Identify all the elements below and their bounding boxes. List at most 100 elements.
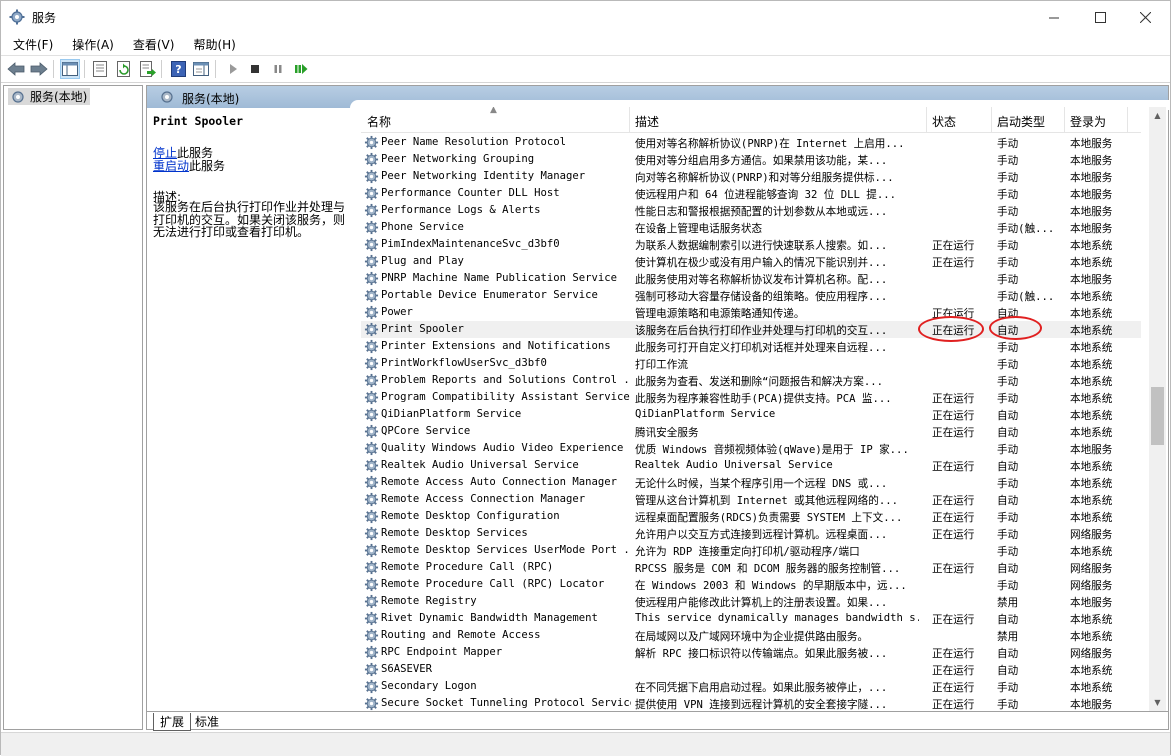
table-row[interactable]: Remote Desktop Services 允许用户以交互方式连接到远程计算机… xyxy=(361,525,1141,542)
scroll-thumb[interactable] xyxy=(1151,387,1164,445)
column-name[interactable]: 名称 xyxy=(367,113,391,130)
service-gear-icon xyxy=(364,390,379,405)
table-row[interactable]: QPCore Service 腾讯安全服务 正在运行 自动 本地系统 xyxy=(361,423,1141,440)
menu-view[interactable]: 查看(V) xyxy=(126,33,182,54)
menu-file[interactable]: 文件(F) xyxy=(6,33,60,54)
table-row[interactable]: Program Compatibility Assistant Service 此… xyxy=(361,389,1141,406)
vertical-scrollbar[interactable]: ▲ ▼ xyxy=(1149,107,1166,711)
service-log-on-as: 本地系统 xyxy=(1070,342,1113,354)
table-row[interactable]: Secure Socket Tunneling Protocol Service… xyxy=(361,695,1141,711)
service-startup-type: 自动 xyxy=(997,648,1019,660)
table-row[interactable]: Remote Access Connection Manager 管理从这台计算机… xyxy=(361,491,1141,508)
start-service-button[interactable] xyxy=(223,59,243,79)
tree-node-services-local[interactable]: 服务(本地) xyxy=(8,88,91,105)
service-name: Secure Socket Tunneling Protocol Service xyxy=(381,697,631,709)
table-row[interactable]: Quality Windows Audio Video Experience 优质… xyxy=(361,440,1141,457)
service-name: RPC Endpoint Mapper xyxy=(381,646,503,658)
menu-help[interactable]: 帮助(H) xyxy=(186,33,242,54)
services-gear-icon xyxy=(9,9,25,25)
table-row[interactable]: Remote Procedure Call (RPC) RPCSS 服务是 COM… xyxy=(361,559,1141,576)
service-gear-icon xyxy=(364,322,379,337)
service-title: Print Spooler xyxy=(153,114,244,128)
scroll-up-icon[interactable]: ▲ xyxy=(1149,107,1166,124)
back-button[interactable] xyxy=(6,59,26,79)
table-row[interactable]: S6ASEVER 正在运行 自动 本地系统 xyxy=(361,661,1141,678)
service-name: Remote Desktop Configuration xyxy=(381,510,560,522)
table-row[interactable]: Performance Counter DLL Host 使远程用户和 64 位进… xyxy=(361,185,1141,202)
table-row[interactable]: RPC Endpoint Mapper 解析 RPC 接口标识符以传输端点。如果此… xyxy=(361,644,1141,661)
service-description: 使用对等名称解析协议(PNRP)在 Internet 上启用... xyxy=(635,138,905,150)
table-row[interactable]: Performance Logs & Alerts 性能日志和警报根据预配置的计划… xyxy=(361,202,1141,219)
service-details-panel: Print Spooler 停止此服务 重启动此服务 描述: 该服务在后台执行打… xyxy=(151,112,351,707)
service-log-on-as: 网络服务 xyxy=(1070,529,1113,541)
column-log-on-as[interactable]: 登录为 xyxy=(1070,113,1106,130)
stop-service-button[interactable] xyxy=(245,59,265,79)
table-row[interactable]: Phone Service 在设备上管理电话服务状态 手动(触... 本地服务 xyxy=(361,219,1141,236)
forward-button[interactable] xyxy=(29,59,49,79)
restart-service-button[interactable] xyxy=(291,59,311,79)
service-name: Performance Counter DLL Host xyxy=(381,187,560,199)
service-description: 管理从这台计算机到 Internet 或其他远程网络的... xyxy=(635,495,899,507)
show-hide-console-tree-button[interactable] xyxy=(60,59,80,79)
close-button[interactable] xyxy=(1122,1,1168,33)
table-row[interactable]: Problem Reports and Solutions Control ..… xyxy=(361,372,1141,389)
service-startup-type: 手动 xyxy=(997,189,1019,201)
service-description: 打印工作流 xyxy=(635,359,688,371)
maximize-button[interactable] xyxy=(1077,1,1123,33)
refresh-button[interactable] xyxy=(114,59,134,79)
menu-action[interactable]: 操作(A) xyxy=(65,33,121,54)
help-button[interactable]: ? xyxy=(168,59,188,79)
table-row[interactable]: Secondary Logon 在不同凭据下启用启动过程。如果此服务被停止，...… xyxy=(361,678,1141,695)
service-description: 解析 RPC 接口标识符以传输端点。如果此服务被... xyxy=(635,648,888,660)
service-gear-icon xyxy=(364,526,379,541)
service-log-on-as: 本地系统 xyxy=(1070,682,1113,694)
properties-button[interactable] xyxy=(90,59,110,79)
table-row[interactable]: Remote Procedure Call (RPC) Locator 在 Win… xyxy=(361,576,1141,593)
service-description: 强制可移动大容量存储设备的组策略。使应用程序... xyxy=(635,291,888,303)
table-row[interactable]: Plug and Play 使计算机在极少或没有用户输入的情况下能识别并... 正在… xyxy=(361,253,1141,270)
table-row[interactable]: Remote Access Auto Connection Manager 无论什… xyxy=(361,474,1141,491)
export-list-button[interactable] xyxy=(138,59,158,79)
table-row[interactable]: Remote Desktop Services UserMode Port ..… xyxy=(361,542,1141,559)
service-gear-icon xyxy=(364,679,379,694)
table-row[interactable]: Rivet Dynamic Bandwidth Management This s… xyxy=(361,610,1141,627)
table-row[interactable]: PimIndexMaintenanceSvc_d3bf0 为联系人数据编制索引以进… xyxy=(361,236,1141,253)
service-log-on-as: 本地系统 xyxy=(1070,359,1113,371)
column-status[interactable]: 状态 xyxy=(932,113,956,130)
pause-service-button[interactable] xyxy=(268,59,288,79)
table-row[interactable]: Remote Desktop Configuration 远程桌面配置服务(RDC… xyxy=(361,508,1141,525)
table-row[interactable]: QiDianPlatform Service QiDianPlatform Ser… xyxy=(361,406,1141,423)
minimize-button[interactable] xyxy=(1031,1,1077,33)
table-row[interactable]: Printer Extensions and Notifications 此服务可… xyxy=(361,338,1141,355)
services-gear-icon xyxy=(12,90,24,103)
table-row[interactable]: Portable Device Enumerator Service 强制可移动大… xyxy=(361,287,1141,304)
table-row[interactable]: Peer Networking Identity Manager 向对等名称解析协… xyxy=(361,168,1141,185)
service-description: 向对等名称解析协议(PNRP)和对等分组服务提供标... xyxy=(635,172,894,184)
table-row[interactable]: Peer Name Resolution Protocol 使用对等名称解析协议(… xyxy=(361,134,1141,151)
service-description: 管理电源策略和电源策略通知传递。 xyxy=(635,308,805,320)
show-action-pane-button[interactable] xyxy=(191,59,211,79)
service-startup-type: 手动 xyxy=(997,342,1019,354)
service-log-on-as: 本地系统 xyxy=(1070,512,1113,524)
table-row[interactable]: PNRP Machine Name Publication Service 此服务… xyxy=(361,270,1141,287)
table-row[interactable]: Peer Networking Grouping 使用对等分组启用多方通信。如果禁… xyxy=(361,151,1141,168)
table-row[interactable]: Remote Registry 使远程用户能修改此计算机上的注册表设置。如果...… xyxy=(361,593,1141,610)
service-name: Remote Access Auto Connection Manager xyxy=(381,476,617,488)
table-row[interactable]: Routing and Remote Access 在局域网以及广域网环境中为企业… xyxy=(361,627,1141,644)
restart-service-link[interactable]: 重启动 xyxy=(153,159,189,173)
scroll-down-icon[interactable]: ▼ xyxy=(1149,694,1166,711)
column-description[interactable]: 描述 xyxy=(635,113,659,130)
table-row[interactable]: Realtek Audio Universal Service Realtek A… xyxy=(361,457,1141,474)
service-gear-icon xyxy=(364,356,379,371)
tab-standard[interactable]: 标准 xyxy=(189,713,225,730)
action-pane-icon xyxy=(193,62,209,76)
table-row[interactable]: PrintWorkflowUserSvc_d3bf0 打印工作流 手动 本地系统 xyxy=(361,355,1141,372)
service-startup-type: 自动 xyxy=(997,427,1019,439)
tab-extended[interactable]: 扩展 xyxy=(153,713,192,731)
console-tree-icon xyxy=(62,62,78,76)
service-gear-icon xyxy=(364,407,379,422)
column-startup-type[interactable]: 启动类型 xyxy=(997,113,1045,130)
refresh-icon xyxy=(117,61,130,77)
service-startup-type: 手动 xyxy=(997,478,1019,490)
service-startup-type: 禁用 xyxy=(997,597,1019,609)
